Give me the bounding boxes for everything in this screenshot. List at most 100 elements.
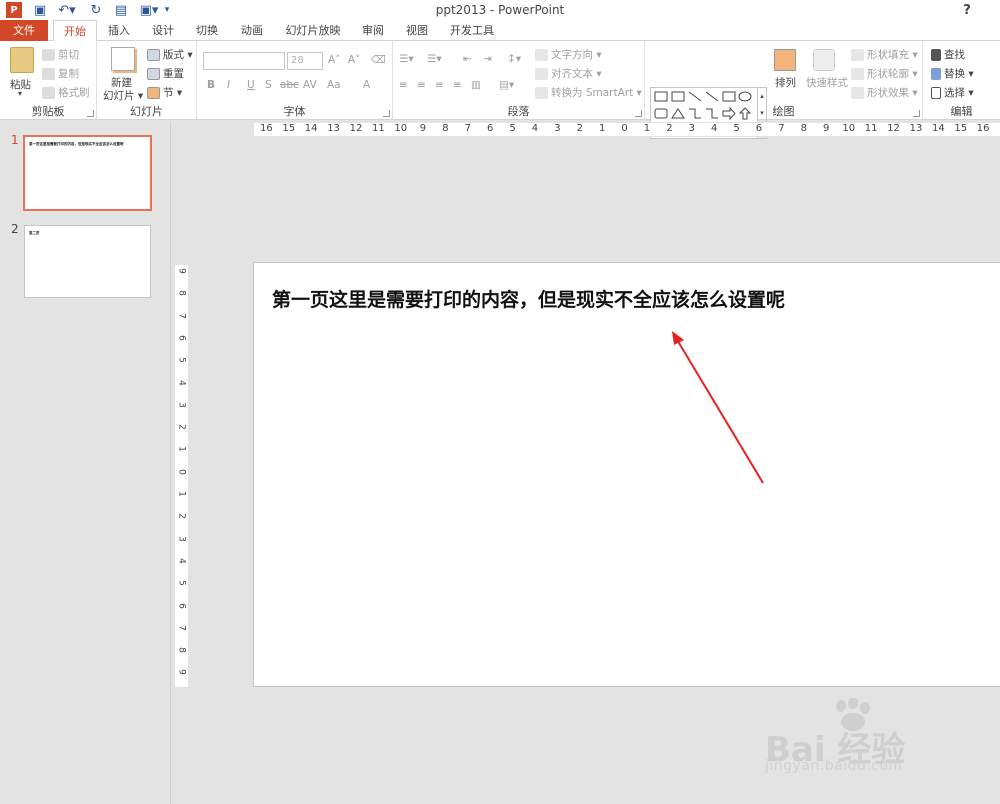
window-title: ppt2013 - PowerPoint <box>435 3 565 17</box>
new-slide-dropdown[interactable]: 幻灯片 ▾ <box>103 88 143 103</box>
tab-review[interactable]: 审阅 <box>356 20 390 41</box>
replace-icon <box>931 67 941 80</box>
char-spacing-button[interactable]: AV <box>303 79 317 91</box>
ruler-tick-label: 6 <box>176 335 187 341</box>
ribbon: 粘贴 ▾ 剪切 复制 格式刷 剪贴板 新建 幻灯片 ▾ 版式 ▾ 重置 节 ▾ … <box>0 41 1000 139</box>
align-text-button[interactable]: 对齐文本 ▾ <box>535 66 602 81</box>
slide-thumbnail-1[interactable]: 第一页这里是需要打印的内容，但是现实不全应该怎么设置呢 <box>23 135 152 211</box>
bold-button[interactable]: B <box>207 79 215 91</box>
slide-title-text[interactable]: 第一页这里是需要打印的内容，但是现实不全应该怎么设置呢 <box>272 285 785 312</box>
shadow-button[interactable]: S <box>265 79 272 91</box>
tab-file[interactable]: 文件 <box>0 20 48 41</box>
font-launcher[interactable] <box>383 110 390 117</box>
ruler-tick-label: 5 <box>176 580 187 587</box>
align-right-icon[interactable]: ≡ <box>435 79 444 91</box>
shape-effects-button[interactable]: 形状效果 ▾ <box>851 85 918 100</box>
slide-thumbnail-2[interactable]: 第二页 <box>24 225 151 298</box>
text-direction-label: 文字方向 ▾ <box>551 49 602 61</box>
distributed-icon[interactable]: ▥ <box>471 79 481 91</box>
ruler-tick-label: 0 <box>621 123 628 134</box>
clipboard-group: 粘贴 ▾ 剪切 复制 格式刷 剪贴板 <box>0 41 97 120</box>
editing-group-label: 编辑 <box>950 105 973 118</box>
format-painter-button[interactable]: 格式刷 <box>42 85 90 100</box>
ruler-tick-label: 14 <box>304 123 318 134</box>
ruler-tick-label: 4 <box>176 558 187 564</box>
ruler-tick-label: 3 <box>176 401 187 408</box>
clear-format-icon[interactable]: ⌫ <box>371 54 386 66</box>
section-button[interactable]: 节 ▾ <box>147 85 182 100</box>
underline-button[interactable]: U <box>247 79 255 91</box>
ruler-tick-label: 16 <box>976 123 990 134</box>
shape-fill-button[interactable]: 形状填充 ▾ <box>851 47 918 62</box>
replace-button[interactable]: 替换 ▾ <box>931 66 974 81</box>
arrange-button[interactable]: 排列 <box>775 75 796 90</box>
layout-label: 版式 ▾ <box>163 49 193 61</box>
shrink-font-button[interactable]: A˅ <box>348 54 360 66</box>
layout-button[interactable]: 版式 ▾ <box>147 47 193 62</box>
find-button[interactable]: 查找 <box>931 47 965 62</box>
paste-icon[interactable] <box>10 47 34 73</box>
align-left-icon[interactable]: ≡ <box>399 79 408 91</box>
ruler-tick-label: 15 <box>282 123 296 134</box>
help-button[interactable]: ? <box>960 2 974 18</box>
ruler-tick-label: 3 <box>176 535 187 542</box>
text-direction-button[interactable]: 文字方向 ▾ <box>535 47 602 62</box>
clipboard-launcher[interactable] <box>87 110 94 117</box>
slide-canvas[interactable]: 第一页这里是需要打印的内容，但是现实不全应该怎么设置呢 <box>253 262 1000 687</box>
ruler-tick-label: 7 <box>176 624 187 631</box>
paragraph-launcher[interactable] <box>635 110 642 117</box>
justify-icon[interactable]: ≡ <box>453 79 462 91</box>
tab-home[interactable]: 开始 <box>53 20 97 42</box>
tab-transitions[interactable]: 切换 <box>190 20 224 41</box>
ruler-tick-label: 2 <box>666 123 673 134</box>
new-slide-icon[interactable] <box>111 47 135 71</box>
tab-slideshow[interactable]: 幻灯片放映 <box>282 20 344 41</box>
brush-icon <box>42 86 55 99</box>
select-button[interactable]: 选择 ▾ <box>931 85 974 100</box>
italic-button[interactable]: I <box>227 79 230 91</box>
tab-insert[interactable]: 插入 <box>102 20 136 41</box>
ruler-tick-label: 5 <box>733 123 740 134</box>
find-label: 查找 <box>944 49 965 61</box>
reset-button[interactable]: 重置 <box>147 66 184 81</box>
font-size-combo[interactable]: 28 <box>287 52 323 70</box>
numbering-icon[interactable]: ☰▾ <box>427 53 442 65</box>
tab-design[interactable]: 设计 <box>146 20 180 41</box>
ruler-tick-label: 0 <box>176 468 187 475</box>
arrange-icon[interactable] <box>774 49 796 71</box>
watermark-url: jingyan.baidu.com <box>765 758 903 774</box>
strikethrough-button[interactable]: abc <box>280 79 299 91</box>
quick-styles-icon[interactable] <box>813 49 835 71</box>
ruler-tick-label: 9 <box>823 123 830 134</box>
tab-developer[interactable]: 开发工具 <box>446 20 498 41</box>
copy-button[interactable]: 复制 <box>42 66 79 81</box>
quick-styles-button[interactable]: 快速样式 <box>806 75 848 90</box>
tab-view[interactable]: 视图 <box>400 20 434 41</box>
font-group: 28 A˄ A˅ ⌫ B I U S abc AV Aa A 字体 <box>197 41 393 120</box>
paragraph-group-label: 段落 <box>507 105 530 118</box>
ruler-tick-label: 6 <box>487 123 494 134</box>
change-case-button[interactable]: Aa <box>327 79 341 91</box>
paste-dropdown-icon[interactable]: ▾ <box>18 89 22 98</box>
line-spacing-icon[interactable]: ↕▾ <box>507 53 521 65</box>
align-center-icon[interactable]: ≡ <box>417 79 426 91</box>
horizontal-ruler: 16 15 14 13 12 11 10 9 8 7 6 5 4 3 2 1 0 1 2 3 4 5 6 7 8 9 10 11 12 1… <box>171 122 1000 137</box>
font-name-combo[interactable] <box>203 52 285 70</box>
slide-thumbnails-pane[interactable]: 1 第一页这里是需要打印的内容，但是现实不全应该怎么设置呢 2 第二页 <box>0 122 171 804</box>
select-label: 选择 ▾ <box>944 87 974 99</box>
font-color-button[interactable]: A <box>363 79 370 91</box>
scissors-icon <box>42 48 55 61</box>
effects-icon <box>851 86 864 99</box>
increase-indent-icon[interactable]: ⇥ <box>483 53 492 65</box>
tab-animations[interactable]: 动画 <box>235 20 269 41</box>
shape-outline-button[interactable]: 形状轮廓 ▾ <box>851 66 918 81</box>
bullets-icon[interactable]: ☰▾ <box>399 53 414 65</box>
ruler-tick-label: 6 <box>176 602 187 609</box>
grow-font-button[interactable]: A˄ <box>328 54 340 66</box>
cut-button[interactable]: 剪切 <box>42 47 79 62</box>
smartart-button[interactable]: 转换为 SmartArt ▾ <box>535 85 642 100</box>
columns-icon[interactable]: ▤▾ <box>499 79 514 91</box>
font-group-label: 字体 <box>283 105 306 118</box>
decrease-indent-icon[interactable]: ⇤ <box>463 53 472 65</box>
drawing-launcher[interactable] <box>913 110 920 117</box>
